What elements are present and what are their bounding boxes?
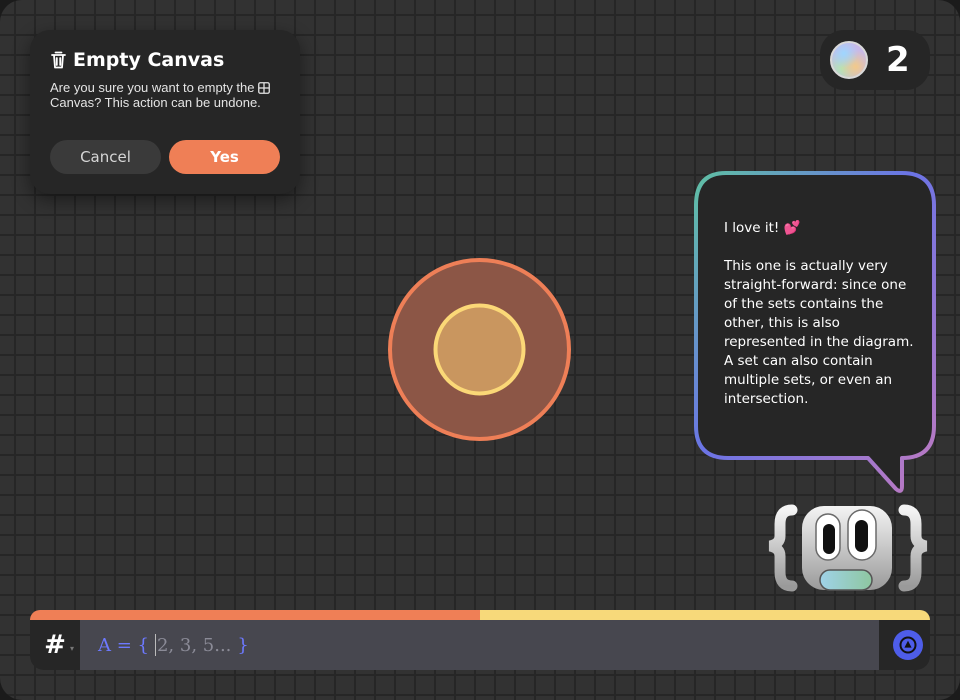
mascot-icon[interactable] xyxy=(768,500,928,600)
progress-remaining xyxy=(480,610,930,620)
input-prefix: A = { xyxy=(98,634,149,656)
venn-diagram[interactable] xyxy=(388,258,571,441)
yes-button[interactable]: Yes xyxy=(169,140,280,174)
submit-button[interactable] xyxy=(893,630,923,660)
dialog-buttons: Cancel Yes xyxy=(50,140,280,174)
score-badge: 2 xyxy=(820,30,930,90)
dialog-title-row: Empty Canvas xyxy=(50,48,280,72)
text-cursor xyxy=(154,634,156,656)
cancel-button[interactable]: Cancel xyxy=(50,140,161,174)
mode-selector[interactable]: # ▾ xyxy=(30,620,80,670)
speech-bubble: I love it! 💕 This one is actually very s… xyxy=(694,171,936,497)
expression-input-bar: # ▾ A = { 2, 3, 5... } xyxy=(30,620,930,670)
app-canvas[interactable]: Empty Canvas Are you sure you want to em… xyxy=(0,0,960,700)
dialog-message: Are you sure you want to empty the Canva… xyxy=(50,80,280,110)
dialog-title: Empty Canvas xyxy=(73,49,225,71)
submit-arrow-icon xyxy=(899,636,917,654)
input-placeholder: 2, 3, 5... xyxy=(156,634,232,656)
expression-input[interactable]: A = { 2, 3, 5... } xyxy=(80,620,879,670)
orb-icon xyxy=(830,41,868,79)
inner-set-circle[interactable] xyxy=(433,303,526,396)
trash-icon xyxy=(51,51,66,69)
empty-canvas-dialog: Empty Canvas Are you sure you want to em… xyxy=(30,30,300,194)
bubble-body: This one is actually very straight-forwa… xyxy=(724,258,914,407)
progress-filled xyxy=(30,610,480,620)
dialog-message-part1: Are you sure you want to empty the xyxy=(50,80,255,95)
canvas-grid-icon xyxy=(258,82,271,94)
progress-bar xyxy=(30,610,930,620)
speech-bubble-text: I love it! 💕 This one is actually very s… xyxy=(724,219,916,409)
input-suffix: } xyxy=(237,634,249,656)
score-value: 2 xyxy=(886,40,910,80)
bubble-line1: I love it! 💕 xyxy=(724,220,801,236)
chevron-down-icon: ▾ xyxy=(70,644,75,653)
dialog-message-part2: Canvas? This action can be undone. xyxy=(50,95,261,110)
hash-icon: # xyxy=(44,630,66,660)
